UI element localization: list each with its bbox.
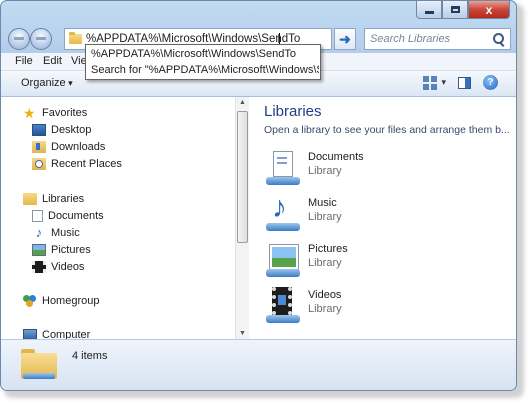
music-library-icon: ♪ xyxy=(264,193,302,233)
nav-pictures[interactable]: Pictures xyxy=(32,242,91,258)
ibeam-cursor-icon: I xyxy=(277,31,281,46)
desktop-icon xyxy=(32,124,46,136)
menu-file[interactable]: File xyxy=(15,55,33,67)
pictures-library-icon xyxy=(264,241,302,279)
back-arrow-icon xyxy=(14,37,24,40)
go-button[interactable]: ➜ xyxy=(334,28,356,50)
back-button[interactable] xyxy=(8,28,30,50)
nav-homegroup[interactable]: Homegroup xyxy=(23,293,99,309)
forward-button[interactable] xyxy=(30,28,52,50)
toolbar-icons: ▾ ? xyxy=(423,75,498,90)
nav-scrollbar[interactable]: ▲ ▼ xyxy=(235,97,249,339)
documents-library-icon xyxy=(264,149,302,187)
nav-videos[interactable]: Videos xyxy=(32,259,84,275)
help-icon[interactable]: ? xyxy=(483,75,498,90)
library-type: Library xyxy=(308,257,342,269)
library-type: Library xyxy=(308,211,342,223)
page-subtitle: Open a library to see your files and arr… xyxy=(264,124,510,136)
window-controls: x xyxy=(416,1,510,21)
documents-icon xyxy=(32,210,43,222)
maximize-icon xyxy=(450,6,460,13)
library-name: Documents xyxy=(308,151,364,163)
library-pictures[interactable]: Pictures Library xyxy=(264,241,504,283)
go-arrow-icon: ➜ xyxy=(339,30,351,47)
organize-button[interactable]: Organize xyxy=(21,77,73,89)
nav-documents[interactable]: Documents xyxy=(32,208,104,224)
recent-places-icon xyxy=(32,158,46,170)
nav-music-label: Music xyxy=(51,227,80,239)
nav-desktop[interactable]: Desktop xyxy=(32,122,91,138)
nav-downloads-label: Downloads xyxy=(51,141,106,153)
search-box[interactable]: Search Libraries xyxy=(364,28,511,50)
nav-downloads[interactable]: Downloads xyxy=(32,139,105,155)
libraries-icon xyxy=(23,193,37,205)
nav-recent-places-label: Recent Places xyxy=(51,158,122,170)
view-dropdown-icon[interactable]: ▾ xyxy=(441,77,446,88)
maximize-button[interactable] xyxy=(442,1,468,19)
nav-documents-label: Documents xyxy=(48,210,104,222)
library-videos[interactable]: Videos Library xyxy=(264,287,504,329)
nav-buttons xyxy=(8,28,54,50)
nav-libraries-label: Libraries xyxy=(42,193,85,205)
autocomplete-item[interactable]: %APPDATA%\Microsoft\Windows\SendTo xyxy=(91,48,319,60)
libraries-folder-icon xyxy=(21,347,57,381)
details-pane: 4 items xyxy=(1,339,516,390)
change-view-icon[interactable] xyxy=(423,75,438,90)
nav-pictures-label: Pictures xyxy=(51,244,91,256)
library-type: Library xyxy=(308,165,342,177)
videos-icon xyxy=(32,261,46,273)
library-name: Music xyxy=(308,197,337,209)
downloads-icon xyxy=(32,141,46,153)
videos-library-icon xyxy=(264,287,302,325)
nav-favorites-label: Favorites xyxy=(42,107,88,119)
close-button[interactable]: x xyxy=(468,1,510,19)
nav-recent-places[interactable]: Recent Places xyxy=(32,156,122,172)
menu-edit[interactable]: Edit xyxy=(43,55,62,67)
search-icon[interactable] xyxy=(493,33,504,44)
music-note-icon: ♪ xyxy=(35,225,43,240)
nav-music[interactable]: ♪ Music xyxy=(32,225,80,241)
close-icon: x xyxy=(485,2,493,17)
nav-desktop-label: Desktop xyxy=(51,124,92,136)
scroll-up-icon[interactable]: ▲ xyxy=(239,99,246,106)
homegroup-icon xyxy=(23,295,37,307)
pictures-icon xyxy=(32,244,46,256)
nav-videos-label: Videos xyxy=(51,261,85,273)
library-type: Library xyxy=(308,303,342,315)
nav-libraries[interactable]: Libraries xyxy=(23,191,84,207)
autocomplete-search-item[interactable]: Search for "%APPDATA%\Microsoft\Windows\… xyxy=(91,64,319,76)
star-icon: ★ xyxy=(23,105,36,121)
preview-pane-icon[interactable] xyxy=(458,76,471,89)
minimize-button[interactable] xyxy=(416,1,442,19)
library-music[interactable]: ♪ Music Library xyxy=(264,193,504,237)
content-pane: Libraries Open a library to see your fil… xyxy=(249,97,516,339)
scroll-thumb[interactable] xyxy=(237,111,248,243)
scroll-down-icon[interactable]: ▼ xyxy=(239,330,246,337)
nav-homegroup-label: Homegroup xyxy=(42,295,100,307)
library-name: Pictures xyxy=(308,243,348,255)
item-count: 4 items xyxy=(72,350,108,362)
library-name: Videos xyxy=(308,289,342,301)
minimize-icon xyxy=(424,11,434,14)
nav-favorites[interactable]: ★ Favorites xyxy=(23,105,87,121)
library-documents[interactable]: Documents Library xyxy=(264,149,504,191)
navigation-pane: ★ Favorites Desktop Downloads Recent Pla… xyxy=(1,97,235,341)
page-title: Libraries xyxy=(264,103,322,120)
address-autocomplete: %APPDATA%\Microsoft\Windows\SendTo Searc… xyxy=(85,44,321,80)
forward-arrow-icon xyxy=(36,37,46,40)
explorer-window: x %APPDATA%\Microsoft\Windows\SendTo ➜ S… xyxy=(0,0,517,391)
folder-icon xyxy=(69,32,82,44)
search-input[interactable]: Search Libraries xyxy=(370,33,450,45)
